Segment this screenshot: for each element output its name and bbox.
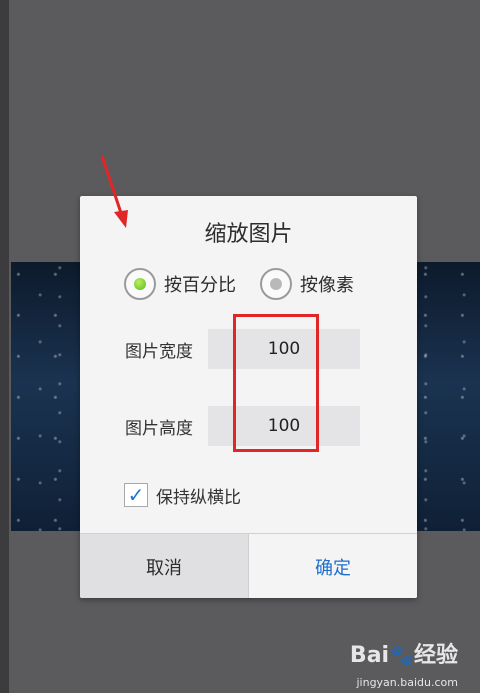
- cancel-button[interactable]: 取消: [80, 534, 249, 598]
- annotation-arrow-icon: [100, 155, 128, 228]
- baidu-jingyan-watermark: Bai🐾经验 jingyan.baidu.com: [338, 633, 458, 693]
- ok-button[interactable]: 确定: [249, 534, 417, 598]
- watermark-url: jingyan.baidu.com: [356, 676, 458, 689]
- paw-icon: 🐾: [389, 643, 414, 667]
- keep-aspect-ratio-label: 保持纵横比: [156, 487, 241, 508]
- checkbox-box: ✓: [124, 483, 148, 507]
- scale-mode-radio-group: 按百分比 按像素: [124, 266, 417, 302]
- radio-by-percent[interactable]: 按百分比: [124, 266, 236, 302]
- width-label: 图片宽度: [125, 342, 193, 362]
- checkmark-icon: ✓: [127, 483, 145, 507]
- keep-aspect-ratio-checkbox[interactable]: ✓ 保持纵横比: [124, 482, 241, 508]
- left-edge-strip: [0, 0, 9, 693]
- radio-by-pixel-label: 按像素: [300, 275, 354, 296]
- radio-by-pixel[interactable]: 按像素: [260, 266, 354, 302]
- height-label: 图片高度: [125, 419, 193, 439]
- dialog-button-bar: 取消 确定: [80, 533, 417, 598]
- radio-by-percent-label: 按百分比: [164, 275, 236, 296]
- annotation-highlight-box: [233, 314, 319, 452]
- watermark-logo: Bai🐾经验: [349, 643, 458, 668]
- radio-circle-selected-icon: [124, 268, 156, 300]
- radio-circle-unselected-icon: [260, 268, 292, 300]
